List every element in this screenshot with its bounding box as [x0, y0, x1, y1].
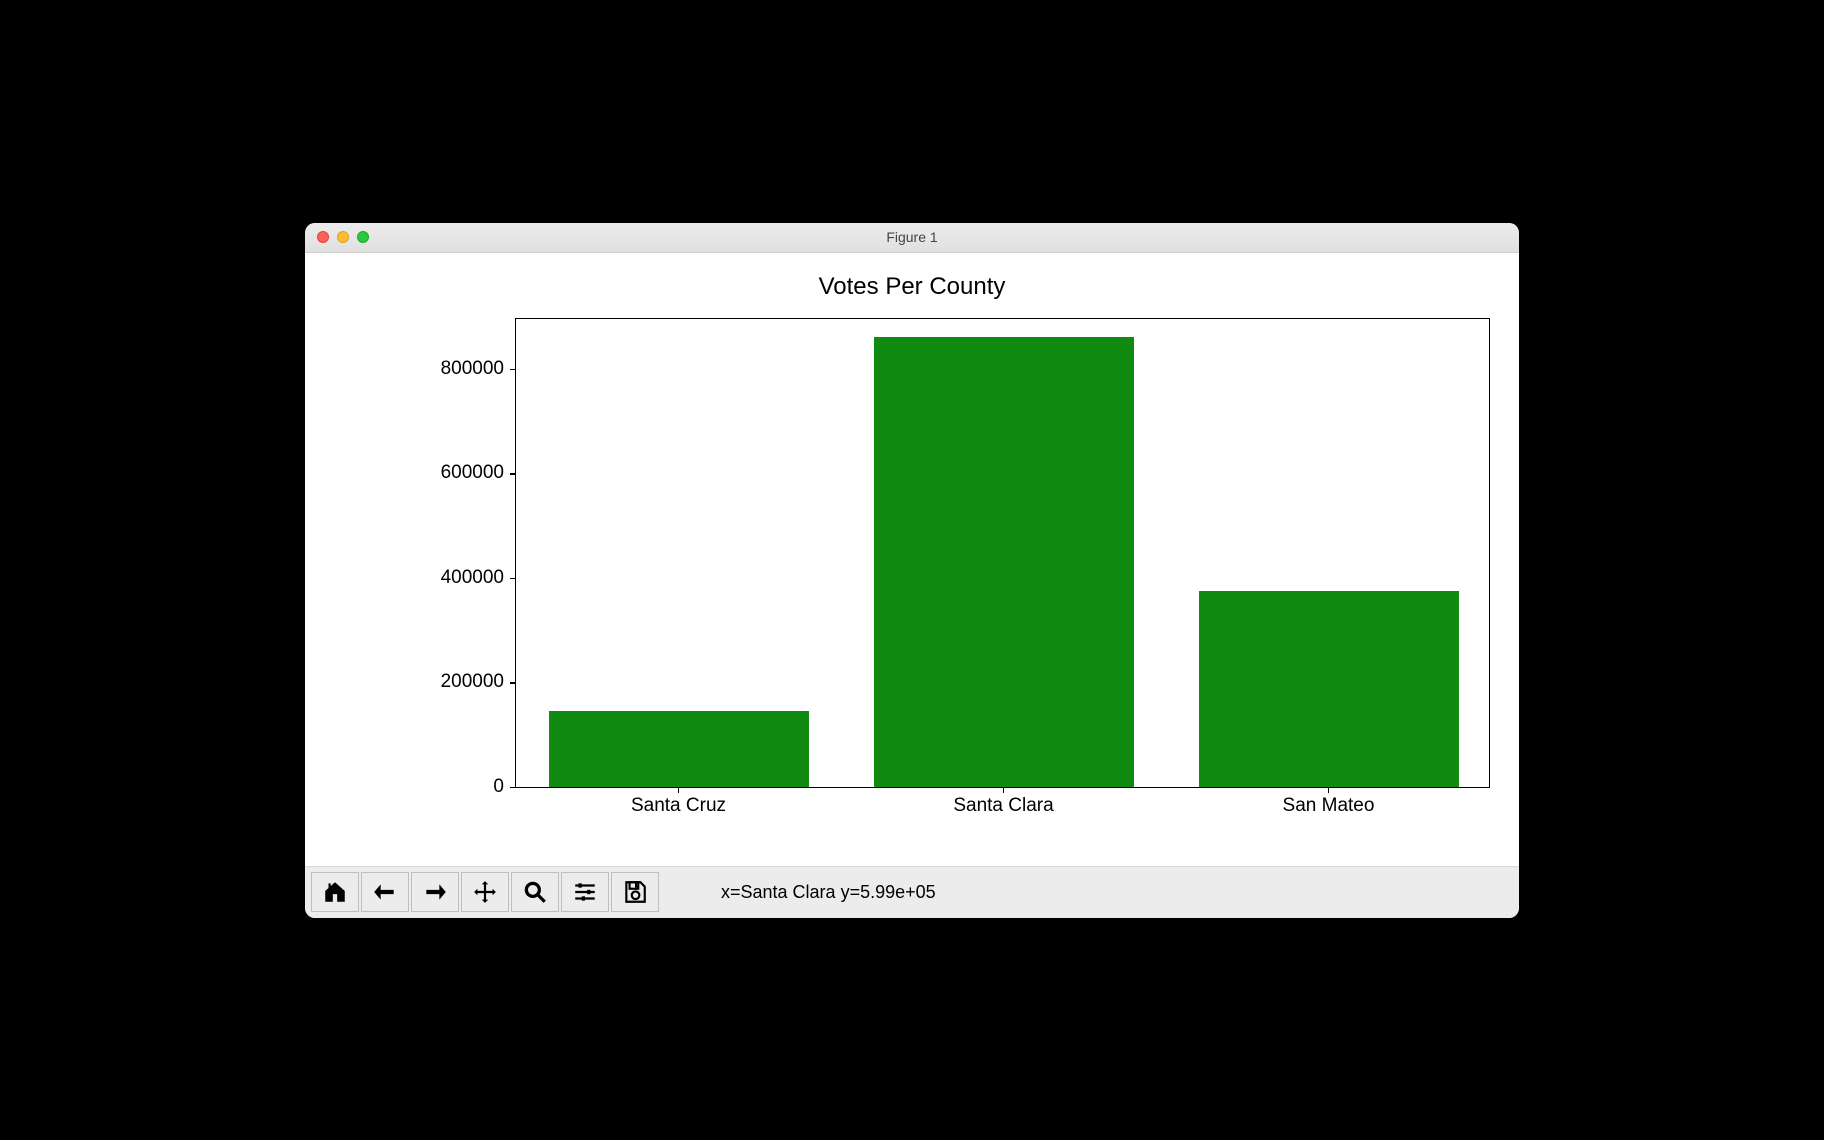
ytick-label: 0 — [493, 776, 516, 798]
xtick-label: Santa Cruz — [631, 795, 726, 817]
save-icon — [622, 879, 648, 905]
pan-button[interactable] — [461, 872, 509, 912]
xtick-label: San Mateo — [1283, 795, 1375, 817]
zoom-button[interactable] — [511, 872, 559, 912]
ytick-label: 400000 — [441, 567, 516, 589]
titlebar: Figure 1 — [305, 223, 1519, 253]
chart-axes: Santa CruzSanta ClaraSan Mateo0200000400… — [515, 318, 1490, 788]
ytick-label: 200000 — [441, 671, 516, 693]
close-icon[interactable] — [317, 231, 329, 243]
plot-canvas[interactable]: Votes Per County Santa CruzSanta ClaraSa… — [305, 253, 1519, 866]
xtick-label: Santa Clara — [953, 795, 1053, 817]
back-button[interactable] — [361, 872, 409, 912]
ytick-label: 800000 — [441, 358, 516, 380]
home-icon — [322, 879, 348, 905]
toolbar: x=Santa Clara y=5.99e+05 — [305, 866, 1519, 918]
save-button[interactable] — [611, 872, 659, 912]
magnify-icon — [522, 879, 548, 905]
home-button[interactable] — [311, 872, 359, 912]
bar — [874, 337, 1134, 786]
bar — [549, 711, 809, 787]
cursor-coordinates: x=Santa Clara y=5.99e+05 — [721, 882, 936, 903]
move-icon — [472, 879, 498, 905]
bar — [1199, 591, 1459, 787]
configure-button[interactable] — [561, 872, 609, 912]
sliders-icon — [572, 879, 598, 905]
xtick-mark — [678, 787, 680, 793]
arrow-right-icon — [422, 879, 448, 905]
xtick-mark — [1003, 787, 1005, 793]
forward-button[interactable] — [411, 872, 459, 912]
window-controls — [305, 231, 369, 243]
chart-title: Votes Per County — [305, 273, 1519, 301]
maximize-icon[interactable] — [357, 231, 369, 243]
window-title: Figure 1 — [305, 229, 1519, 245]
xtick-mark — [1328, 787, 1330, 793]
minimize-icon[interactable] — [337, 231, 349, 243]
ytick-label: 600000 — [441, 462, 516, 484]
arrow-left-icon — [372, 879, 398, 905]
figure-window: Figure 1 Votes Per County Santa CruzSant… — [305, 223, 1519, 918]
